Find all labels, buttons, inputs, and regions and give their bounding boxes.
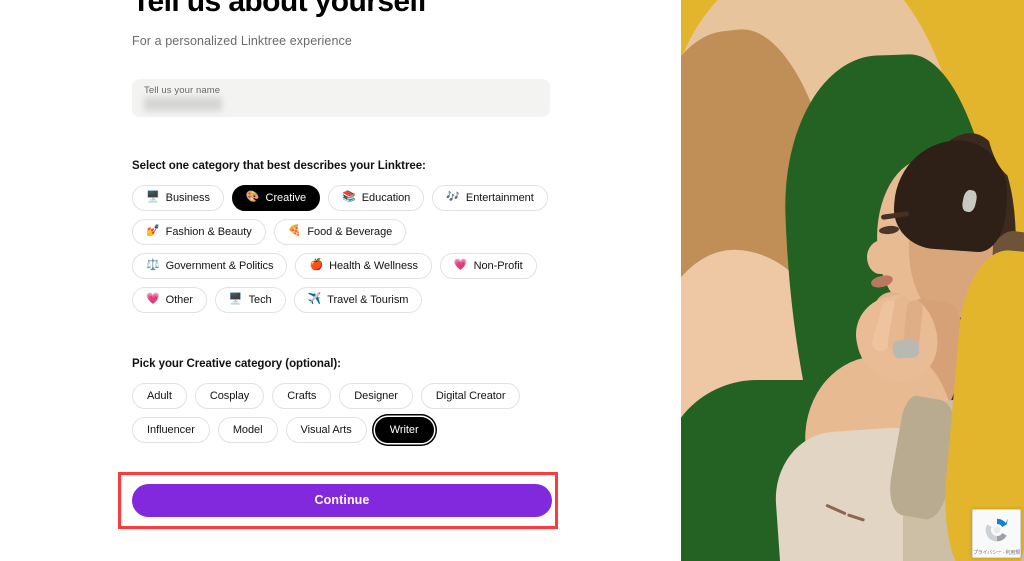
chip-cosplay[interactable]: Cosplay — [194, 382, 265, 409]
name-input-label: Tell us your name — [144, 84, 221, 96]
books-icon: 📚 — [342, 191, 356, 203]
scales-icon: ⚖️ — [146, 259, 160, 271]
chip-label: Model — [232, 423, 263, 436]
chip-label: Crafts — [287, 389, 317, 402]
continue-button[interactable]: Continue — [132, 483, 552, 517]
chip-label: Government & Politics — [165, 259, 274, 272]
woman-ring — [892, 339, 920, 359]
chip-label: Business — [165, 191, 210, 204]
chip-label: Designer — [354, 389, 398, 402]
chip-business[interactable]: 🖥️ Business — [132, 184, 224, 211]
palette-icon: 🎨 — [245, 191, 260, 203]
business-icon: 🖥️ — [146, 191, 160, 203]
name-input-value — [144, 96, 222, 111]
chip-model[interactable]: Model — [217, 416, 278, 443]
signup-page: Tell us about yourself For a personalize… — [0, 0, 1024, 561]
subcategory-chip-group: Adult Cosplay Crafts Designer Digital Creato… — [132, 382, 552, 443]
chip-label: Fashion & Beauty — [165, 225, 252, 238]
chip-digital-creator[interactable]: Digital Creator — [420, 382, 521, 409]
chip-crafts[interactable]: Crafts — [272, 382, 332, 409]
page-title: Tell us about yourself — [132, 0, 427, 18]
category-chip-group: 🖥️ Business 🎨 Creative 📚 Education 🎶 Entertainm… — [132, 184, 552, 313]
pizza-icon: 🍕 — [287, 225, 302, 237]
recaptcha-badge[interactable]: プライバシー - 利用規約 — [972, 509, 1021, 558]
apple-icon: 🍎 — [309, 259, 324, 271]
chip-education[interactable]: 📚 Education — [328, 184, 425, 211]
chip-fashion-beauty[interactable]: 💅 Fashion & Beauty — [132, 218, 266, 245]
nail-polish-icon: 💅 — [146, 225, 160, 237]
chip-label: Creative — [265, 191, 307, 204]
subcategory-section-label: Pick your Creative category (optional): — [132, 357, 341, 370]
chip-label: Influencer — [147, 423, 195, 436]
chip-adult[interactable]: Adult — [132, 382, 187, 409]
chip-label: Adult — [147, 389, 172, 402]
category-section-label: Select one category that best describes … — [132, 159, 426, 172]
chip-label: Digital Creator — [435, 389, 506, 402]
recaptcha-icon — [985, 518, 1008, 542]
continue-area: Continue — [118, 471, 558, 529]
form-pane: Tell us about yourself For a personalize… — [0, 0, 681, 561]
chip-entertainment[interactable]: 🎶 Entertainment — [432, 184, 548, 211]
chip-travel-tourism[interactable]: ✈️ Travel & Tourism — [293, 286, 423, 313]
promo-artwork-pane — [681, 0, 1024, 561]
chip-writer[interactable]: Writer — [374, 416, 434, 443]
chip-label: Cosplay — [209, 389, 250, 402]
chip-label: Visual Arts — [300, 423, 352, 436]
form-container: Tell us about yourself For a personalize… — [118, 0, 558, 529]
chip-label: Tech — [248, 293, 272, 306]
chip-label: Education — [361, 191, 411, 204]
chip-label: Writer — [389, 423, 419, 436]
music-notes-icon: 🎶 — [446, 191, 460, 203]
recaptcha-privacy-text[interactable]: プライバシー - 利用規約 — [973, 550, 1020, 556]
heart-icon: 💗 — [453, 259, 468, 271]
chip-government-politics[interactable]: ⚖️ Government & Politics — [132, 252, 288, 279]
airplane-icon: ✈️ — [307, 293, 322, 305]
heart-icon: 💗 — [146, 293, 160, 305]
chip-label: Travel & Tourism — [327, 293, 409, 306]
chip-label: Health & Wellness — [329, 259, 418, 272]
chip-food-beverage[interactable]: 🍕 Food & Beverage — [273, 218, 407, 245]
chip-non-profit[interactable]: 💗 Non-Profit — [439, 252, 537, 279]
monitor-icon: 🖥️ — [228, 293, 243, 305]
chip-label: Non-Profit — [473, 259, 523, 272]
name-input[interactable]: Tell us your name — [132, 78, 550, 117]
chip-label: Entertainment — [465, 191, 534, 204]
chip-creative[interactable]: 🎨 Creative — [231, 184, 321, 211]
page-subtitle: For a personalized Linktree experience — [132, 33, 352, 48]
chip-health-wellness[interactable]: 🍎 Health & Wellness — [295, 252, 432, 279]
chip-label: Food & Beverage — [307, 225, 393, 238]
chip-label: Other — [165, 293, 193, 306]
chip-tech[interactable]: 🖥️ Tech — [214, 286, 286, 313]
chip-designer[interactable]: Designer — [339, 382, 413, 409]
chip-other[interactable]: 💗 Other — [132, 286, 207, 313]
woman-nose — [867, 240, 893, 274]
chip-influencer[interactable]: Influencer — [132, 416, 210, 443]
chip-visual-arts[interactable]: Visual Arts — [285, 416, 367, 443]
